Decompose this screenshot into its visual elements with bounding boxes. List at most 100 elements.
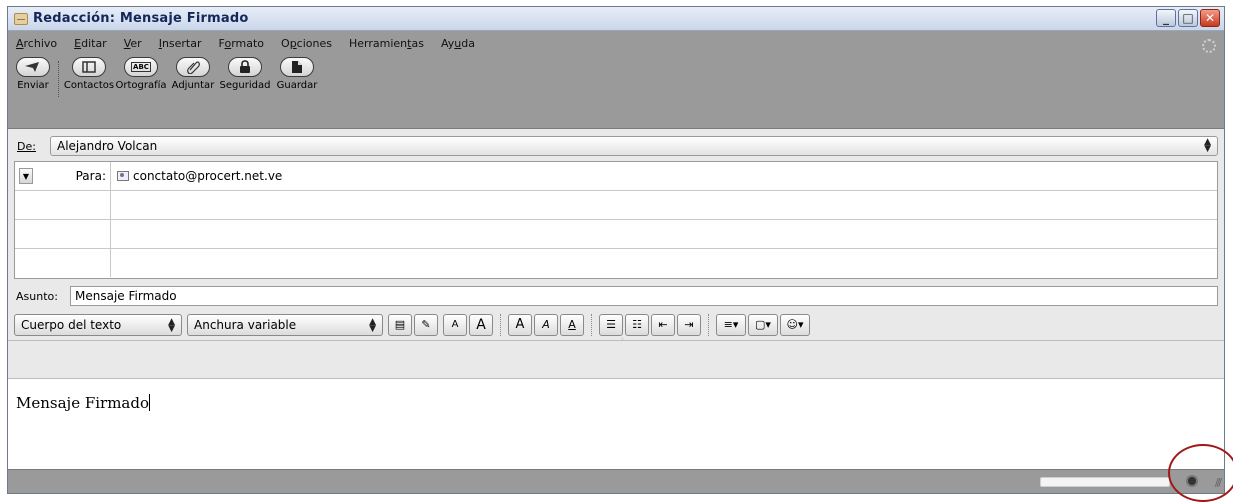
dropdown-arrow-icon[interactable]: ▼ bbox=[19, 168, 33, 184]
security-button[interactable]: Seguridad bbox=[219, 57, 271, 97]
select-arrows-icon: ▲ ▼ bbox=[168, 316, 175, 334]
message-body-editor[interactable]: Mensaje Firmado bbox=[8, 378, 1224, 471]
recipient-address-cell[interactable] bbox=[111, 191, 1217, 219]
recipient-row-empty[interactable] bbox=[15, 249, 1217, 277]
outdent-icon[interactable]: ⇤ bbox=[651, 313, 675, 336]
address-book-icon bbox=[72, 57, 106, 77]
title-bar[interactable]: Redacción: Mensaje Firmado _ □ ✕ bbox=[8, 7, 1224, 31]
activity-throbber-icon bbox=[1202, 39, 1216, 53]
increase-font-button[interactable]: A bbox=[469, 313, 493, 336]
menu-item-accesskey: A bbox=[16, 36, 24, 50]
security-label: Seguridad bbox=[219, 80, 271, 91]
spelling-button[interactable]: ABC Ortografía bbox=[115, 57, 167, 97]
numbered-list-icon[interactable]: ☷ bbox=[625, 313, 649, 336]
send-label: Enviar bbox=[17, 80, 49, 91]
font-select[interactable]: Anchura variable ▲ ▼ bbox=[187, 313, 383, 336]
maximize-button[interactable]: □ bbox=[1178, 9, 1198, 27]
menu-item[interactable]: Archivo bbox=[16, 37, 57, 50]
text-caret bbox=[149, 394, 151, 411]
font-value: Anchura variable bbox=[194, 317, 297, 332]
compose-app-icon bbox=[14, 12, 28, 25]
window-controls: _ □ ✕ bbox=[1156, 9, 1220, 27]
compose-window: Redacción: Mensaje Firmado _ □ ✕ Archivo… bbox=[7, 6, 1225, 494]
spellcheck-glyph: ABC bbox=[131, 62, 151, 72]
save-icon bbox=[280, 57, 314, 77]
progress-bar bbox=[1040, 477, 1170, 487]
recipient-address-cell[interactable]: conctato@procert.net.ve bbox=[111, 162, 1217, 190]
text-color-icon[interactable]: ▤ bbox=[388, 313, 412, 336]
menu-item-text: Ay bbox=[440, 36, 455, 50]
recipient-address-cell[interactable] bbox=[111, 220, 1217, 248]
contact-card-icon bbox=[117, 171, 129, 181]
menu-item-text: ciones bbox=[296, 36, 332, 50]
paragraph-style-select[interactable]: Cuerpo del texto ▲ ▼ bbox=[14, 313, 182, 336]
send-button[interactable]: Enviar bbox=[14, 57, 52, 97]
menu-item[interactable]: Ver bbox=[124, 37, 142, 50]
from-label: De: bbox=[14, 140, 50, 153]
from-row: De: Alejandro Volcan ▲ ▼ bbox=[14, 135, 1218, 157]
subject-input[interactable]: Mensaje Firmado bbox=[70, 286, 1218, 306]
menu-item[interactable]: Insertar bbox=[159, 37, 202, 50]
recipient-address-cell[interactable] bbox=[111, 249, 1217, 277]
decrease-font-button[interactable]: A bbox=[443, 313, 467, 336]
recipient-row: ▼ Para: conctato@procert.net.ve bbox=[15, 162, 1217, 191]
subject-row: Asunto: Mensaje Firmado bbox=[14, 283, 1218, 309]
menu-item-accesskey: p bbox=[289, 36, 297, 50]
send-icon bbox=[16, 57, 50, 77]
menu-item-text: da bbox=[461, 36, 475, 50]
menu-item[interactable]: Opciones bbox=[281, 37, 332, 50]
menu-item-text: nsertar bbox=[161, 36, 202, 50]
bullet-list-icon[interactable]: ☰ bbox=[599, 313, 623, 336]
recipient-row-empty[interactable] bbox=[15, 191, 1217, 220]
recipients-table: ▼ Para: conctato@procert.net.ve bbox=[14, 161, 1218, 279]
highlight-pen-icon[interactable]: ✎ bbox=[414, 313, 438, 336]
contacts-label: Contactos bbox=[63, 80, 115, 91]
italic-button[interactable]: A bbox=[534, 313, 558, 336]
menu-item[interactable]: Editar bbox=[74, 37, 107, 50]
recipient-type-cell[interactable] bbox=[15, 249, 111, 277]
recipient-type-cell[interactable] bbox=[15, 191, 111, 219]
status-bar: /// bbox=[8, 469, 1224, 493]
insert-object-icon[interactable]: ▢▾ bbox=[748, 313, 778, 336]
contacts-button[interactable]: Contactos bbox=[63, 57, 115, 97]
spelling-label: Ortografía bbox=[115, 80, 167, 91]
format-separator bbox=[500, 313, 501, 336]
menu-item-text: rchivo bbox=[23, 36, 58, 50]
message-body-text: Mensaje Firmado bbox=[16, 394, 150, 412]
insert-group: ≡▾ ▢▾ ☺▾ bbox=[716, 313, 810, 336]
menu-item-text: rmato bbox=[231, 36, 265, 50]
minimize-button[interactable]: _ bbox=[1156, 9, 1176, 27]
spellcheck-icon: ABC bbox=[124, 57, 158, 77]
list-group: ☰ ☷ ⇤ ⇥ bbox=[599, 313, 701, 336]
indent-icon[interactable]: ⇥ bbox=[677, 313, 701, 336]
format-separator bbox=[708, 313, 709, 336]
smiley-icon[interactable]: ☺▾ bbox=[780, 313, 810, 336]
recipient-type-label: Para: bbox=[75, 169, 106, 183]
menu-item-text: er bbox=[130, 36, 142, 50]
paragraph-style-value: Cuerpo del texto bbox=[21, 317, 122, 332]
recipient-type-cell[interactable] bbox=[15, 220, 111, 248]
select-arrows-icon: ▲ ▼ bbox=[369, 316, 376, 334]
from-value: Alejandro Volcan bbox=[57, 139, 158, 153]
attach-button[interactable]: Adjuntar bbox=[169, 57, 217, 97]
recipient-row-empty[interactable] bbox=[15, 220, 1217, 249]
save-label: Guardar bbox=[276, 80, 318, 91]
window-title: Redacción: Mensaje Firmado bbox=[33, 11, 249, 26]
menu-item-text: as bbox=[411, 36, 424, 50]
from-select[interactable]: Alejandro Volcan ▲ ▼ bbox=[50, 136, 1218, 156]
menu-item[interactable]: Ayuda bbox=[441, 37, 475, 50]
splitter-grip-icon[interactable]: ◦ bbox=[620, 335, 625, 344]
compose-toolbar: Enviar Contactos ABC Ortografía Adjuntar bbox=[8, 57, 1224, 97]
color-group: ▤ ✎ bbox=[388, 313, 438, 336]
menu-item[interactable]: Herramientas bbox=[349, 37, 424, 50]
paperclip-icon bbox=[176, 57, 210, 77]
bold-button[interactable]: A bbox=[508, 313, 532, 336]
underline-button[interactable]: A bbox=[560, 313, 584, 336]
attach-label: Adjuntar bbox=[171, 80, 215, 91]
recipient-type-cell[interactable]: ▼ Para: bbox=[15, 162, 111, 190]
toolbar-area: Archivo Editar Ver Insertar Formato Opciones H… bbox=[8, 31, 1224, 129]
save-button[interactable]: Guardar bbox=[273, 57, 321, 97]
close-button[interactable]: ✕ bbox=[1200, 9, 1220, 27]
menu-item[interactable]: Formato bbox=[219, 37, 265, 50]
align-menu-icon[interactable]: ≡▾ bbox=[716, 313, 746, 336]
